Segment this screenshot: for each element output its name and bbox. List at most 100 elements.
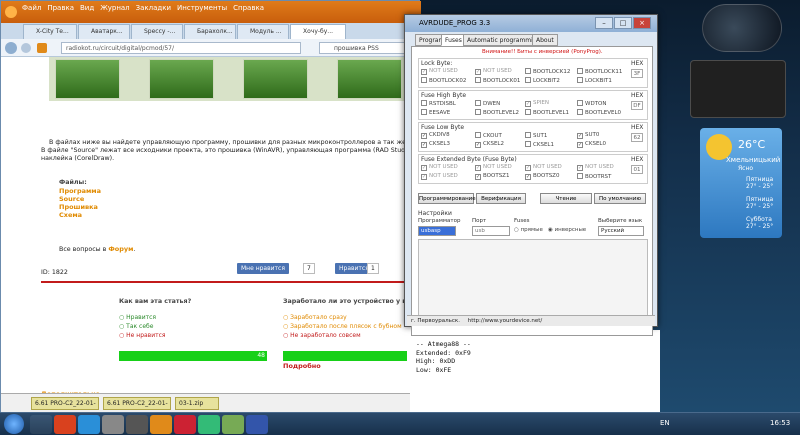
- verify-button[interactable]: Верификация: [476, 193, 526, 204]
- read-button[interactable]: Чтение: [540, 193, 592, 204]
- fuse-checkbox[interactable]: ✓ CKDIV8: [421, 132, 450, 139]
- fuse-checkbox[interactable]: ✓ NOT USED: [525, 164, 562, 171]
- fuse-checkbox[interactable]: ✓ SPIEN: [525, 100, 549, 107]
- menu-item-file[interactable]: Файл: [19, 1, 44, 15]
- status-url[interactable]: http://www.yourdevice.net/: [468, 318, 543, 324]
- fuses-direct-radio[interactable]: ○ прямые: [514, 227, 543, 233]
- device-photo[interactable]: [149, 59, 214, 99]
- poll-option[interactable]: ○ Нравится: [119, 314, 156, 321]
- menu-item-help[interactable]: Справка: [230, 1, 267, 15]
- taskbar-app-icon[interactable]: [174, 415, 196, 434]
- poll-option[interactable]: ○ Не заработало совсем: [283, 332, 361, 339]
- firefox-taskbar-icon[interactable]: [150, 415, 172, 434]
- search-input[interactable]: прошивка PSS: [319, 42, 417, 54]
- hex-field[interactable]: 62: [631, 133, 643, 142]
- poll-option[interactable]: ○ Заработало после плясок с бубном: [283, 323, 402, 330]
- taskbar-app-icon[interactable]: [30, 415, 52, 434]
- fuse-checkbox[interactable]: LOCKBIT2: [525, 77, 560, 84]
- like-button[interactable]: Мне нравится: [237, 263, 289, 274]
- taskbar-app-icon[interactable]: [198, 415, 220, 434]
- fuse-checkbox[interactable]: BOOTLOCK01: [475, 77, 520, 84]
- fuse-checkbox[interactable]: BOOTLEVEL0: [577, 109, 621, 116]
- opera-icon[interactable]: [54, 415, 76, 434]
- forum-link[interactable]: Форум: [108, 245, 133, 253]
- fuse-checkbox[interactable]: BOOTLOCK11: [577, 68, 622, 75]
- menu-item-bookmarks[interactable]: Закладки: [133, 1, 174, 15]
- taskbar-app-icon[interactable]: [222, 415, 244, 434]
- device-photo[interactable]: [243, 59, 308, 99]
- download-item[interactable]: 03-1.zip: [175, 397, 219, 410]
- fuse-checkbox[interactable]: BOOTRST: [577, 173, 611, 180]
- device-photo[interactable]: [337, 59, 402, 99]
- fuse-checkbox[interactable]: DWEN: [475, 100, 500, 107]
- file-link[interactable]: Схема: [59, 211, 82, 219]
- menu-item-history[interactable]: Журнал: [97, 1, 132, 15]
- hex-field[interactable]: DF: [631, 101, 643, 110]
- tab-about[interactable]: About: [532, 34, 558, 46]
- fuse-checkbox[interactable]: ✓ SUT0: [577, 132, 599, 139]
- browser-tab[interactable]: Аватарк...: [78, 24, 130, 39]
- fuse-checkbox[interactable]: WDTON: [577, 100, 606, 107]
- download-item[interactable]: 6.61 PRO-C2_22-01-2....: [31, 397, 99, 419]
- fuse-checkbox[interactable]: ✓ CKSEL2: [475, 141, 504, 148]
- fuse-checkbox[interactable]: CKSEL1: [525, 141, 554, 148]
- fuse-checkbox[interactable]: SUT1: [525, 132, 547, 139]
- programmer-select[interactable]: usbasp: [418, 226, 456, 236]
- poll-option[interactable]: ○ Не нравится: [119, 332, 166, 339]
- log-area[interactable]: [418, 239, 648, 319]
- fuse-checkbox[interactable]: ✓ BOOTSZ0: [525, 173, 559, 180]
- taskbar-app-icon[interactable]: [126, 415, 148, 434]
- menu-item-edit[interactable]: Правка: [44, 1, 77, 15]
- skype-icon[interactable]: [78, 415, 100, 434]
- fuse-checkbox[interactable]: ✓ CKSEL0: [577, 141, 606, 148]
- program-button[interactable]: Программирование: [418, 193, 476, 204]
- file-link[interactable]: Прошивка: [59, 203, 98, 211]
- fuses-inverse-radio[interactable]: ◉ инверсные: [548, 227, 586, 233]
- back-icon[interactable]: [5, 42, 17, 54]
- poll-option[interactable]: ○ Заработало сразу: [283, 314, 347, 321]
- address-bar[interactable]: radiokot.ru/circuit/digital/pcmod/57/: [61, 42, 301, 54]
- forward-icon[interactable]: [21, 43, 31, 53]
- fuse-checkbox[interactable]: CKOUT: [475, 132, 502, 139]
- taskbar-app-icon[interactable]: [246, 415, 268, 434]
- fuse-checkbox[interactable]: ✓ CKSEL3: [421, 141, 450, 148]
- fuse-checkbox[interactable]: BOOTLOCK12: [525, 68, 570, 75]
- fuse-checkbox[interactable]: BOOTLOCK02: [421, 77, 466, 84]
- fuse-checkbox[interactable]: ✓ NOT USED: [577, 164, 614, 171]
- minimize-button[interactable]: –: [595, 17, 613, 29]
- close-button[interactable]: ×: [633, 17, 651, 29]
- language-indicator[interactable]: EN: [660, 419, 670, 427]
- firefox-icon[interactable]: [5, 6, 17, 18]
- maximize-button[interactable]: □: [614, 17, 632, 29]
- hex-field[interactable]: 01: [631, 165, 643, 174]
- menu-item-view[interactable]: Вид: [77, 1, 97, 15]
- browser-tab[interactable]: Speccy -...: [131, 24, 183, 39]
- file-link[interactable]: Source: [59, 195, 84, 203]
- browser-tab[interactable]: X-City Те...: [23, 24, 77, 39]
- browser-tab[interactable]: Барахолк...: [184, 24, 236, 39]
- fuse-checkbox[interactable]: ✓ NOT USED: [421, 68, 458, 75]
- fuse-checkbox[interactable]: BOOTLEVEL2: [475, 109, 519, 116]
- poll-option[interactable]: ○ Так себе: [119, 323, 153, 330]
- taskbar-app-icon[interactable]: [102, 415, 124, 434]
- hex-field[interactable]: 3F: [631, 69, 643, 78]
- menu-item-tools[interactable]: Инструменты: [174, 1, 230, 15]
- fuse-checkbox[interactable]: ✓ NOT USED: [421, 164, 458, 171]
- fuse-checkbox[interactable]: ✓ BOOTSZ1: [475, 173, 509, 180]
- fuse-checkbox[interactable]: BOOTLEVEL1: [525, 109, 569, 116]
- fuse-checkbox[interactable]: ✓ NOT USED: [421, 173, 458, 180]
- fuse-checkbox[interactable]: EESAVE: [421, 109, 450, 116]
- browser-tab[interactable]: Модуль ...: [237, 24, 289, 39]
- fuse-checkbox[interactable]: ✓ NOT USED: [475, 164, 512, 171]
- defaults-button[interactable]: По умолчанию: [594, 193, 646, 204]
- start-button[interactable]: [4, 414, 24, 434]
- fuse-checkbox[interactable]: LOCKBIT1: [577, 77, 612, 84]
- download-item[interactable]: 6.61 PRO-C2_22-01-2....: [103, 397, 171, 419]
- fuse-checkbox[interactable]: ✓ NOT USED: [475, 68, 512, 75]
- file-link[interactable]: Программа: [59, 187, 101, 195]
- device-photo[interactable]: [55, 59, 120, 99]
- clock[interactable]: 16:53: [770, 419, 790, 427]
- port-select[interactable]: usb: [472, 226, 510, 236]
- home-icon[interactable]: [37, 43, 47, 53]
- browser-tab-active[interactable]: Хочу-бу...: [290, 24, 346, 39]
